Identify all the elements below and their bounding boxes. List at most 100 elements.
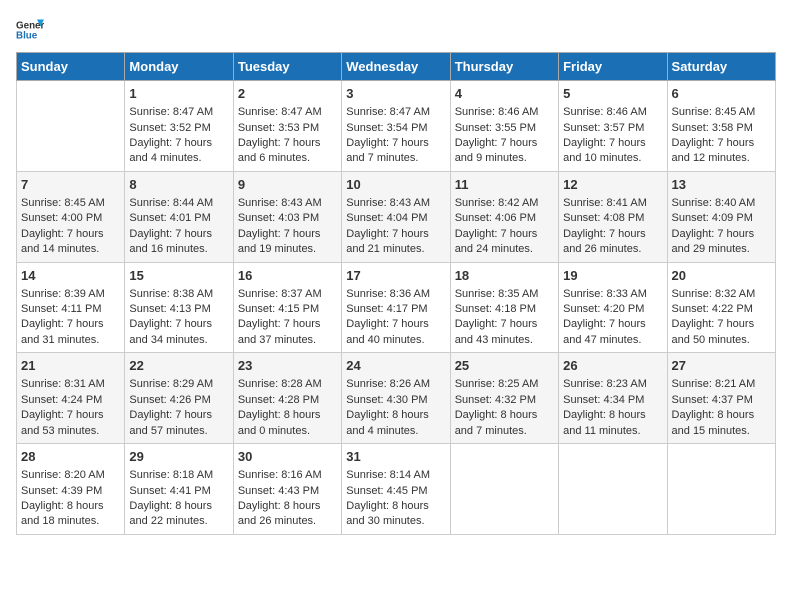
sunset-text: Sunset: 3:57 PM bbox=[563, 121, 662, 136]
day-cell: 28 Sunrise: 8:20 AMSunset: 4:39 PMDayligh… bbox=[17, 444, 125, 535]
daylight-text: Daylight: 8 hours and 18 minutes. bbox=[21, 499, 120, 530]
sunset-text: Sunset: 4:06 PM bbox=[455, 211, 554, 226]
day-number: 14 bbox=[21, 267, 120, 285]
col-header-monday: Monday bbox=[125, 53, 233, 81]
sunset-text: Sunset: 4:37 PM bbox=[672, 393, 771, 408]
week-row-4: 21Sunrise: 8:31 AMSunset: 4:24 PMDayligh… bbox=[17, 353, 776, 444]
daylight-text: Daylight: 7 hours and 7 minutes. bbox=[346, 136, 445, 167]
daylight-text: Daylight: 7 hours and 6 minutes. bbox=[238, 136, 337, 167]
daylight-text: Daylight: 8 hours and 7 minutes. bbox=[455, 408, 554, 439]
sunset-text: Sunset: 3:52 PM bbox=[129, 121, 228, 136]
sunrise-text: Sunrise: 8:40 AM bbox=[672, 196, 771, 211]
week-row-3: 14 Sunrise: 8:39 AMSunset: 4:11 PM Dayligh… bbox=[17, 262, 776, 353]
day-cell: 16Sunrise: 8:37 AMSunset: 4:15 PMDayligh… bbox=[233, 262, 341, 353]
day-cell: 5Sunrise: 8:46 AMSunset: 3:57 PMDaylight… bbox=[559, 81, 667, 172]
sunset-text: Sunset: 4:26 PM bbox=[129, 393, 228, 408]
sunset-text: Sunset: 4:01 PM bbox=[129, 211, 228, 226]
day-cell: 23Sunrise: 8:28 AMSunset: 4:28 PMDayligh… bbox=[233, 353, 341, 444]
week-row-2: 7Sunrise: 8:45 AMSunset: 4:00 PMDaylight… bbox=[17, 171, 776, 262]
day-number: 30 bbox=[238, 448, 337, 466]
day-number: 28 bbox=[21, 448, 120, 466]
day-cell bbox=[450, 444, 558, 535]
day-number: 15 bbox=[129, 267, 228, 285]
sunrise-text: Sunrise: 8:36 AM bbox=[346, 287, 445, 302]
day-cell bbox=[559, 444, 667, 535]
sunrise-text: Sunrise: 8:20 AM bbox=[21, 468, 120, 483]
daylight-text: Daylight: 7 hours and 24 minutes. bbox=[455, 227, 554, 258]
sunrise-text: Sunrise: 8:46 AM bbox=[455, 105, 554, 120]
daylight-text: Daylight: 7 hours and 26 minutes. bbox=[563, 227, 662, 258]
sunrise-text: Sunrise: 8:39 AM bbox=[21, 287, 120, 302]
logo: General Blue bbox=[16, 16, 48, 44]
daylight-text: Daylight: 8 hours and 26 minutes. bbox=[238, 499, 337, 530]
sunset-text: Sunset: 4:18 PM bbox=[455, 302, 554, 317]
week-row-5: 28Sunrise: 8:20 AMSunset: 4:39 PMDayligh… bbox=[17, 444, 776, 535]
daylight-text: Daylight: 8 hours and 15 minutes. bbox=[672, 408, 771, 439]
daylight-text: Daylight: 7 hours and 50 minutes. bbox=[672, 317, 771, 348]
sunrise-text: Sunrise: 8:47 AM bbox=[129, 105, 228, 120]
day-cell: 7Sunrise: 8:45 AMSunset: 4:00 PMDaylight… bbox=[17, 171, 125, 262]
daylight-text: Daylight: 7 hours and 40 minutes. bbox=[346, 317, 445, 348]
sunrise-text: Sunrise: 8:47 AM bbox=[346, 105, 445, 120]
day-number: 3 bbox=[346, 85, 445, 103]
header-row: SundayMondayTuesdayWednesdayThursdayFrid… bbox=[17, 53, 776, 81]
daylight-text: Daylight: 8 hours and 22 minutes. bbox=[129, 499, 228, 530]
sunset-text: Sunset: 4:15 PM bbox=[238, 302, 337, 317]
sunrise-text: Sunrise: 8:45 AM bbox=[672, 105, 771, 120]
daylight-text: Daylight: 7 hours and 53 minutes. bbox=[21, 408, 120, 439]
sunrise-text: Sunrise: 8:25 AM bbox=[455, 377, 554, 392]
daylight-text: Daylight: 7 hours and 12 minutes. bbox=[672, 136, 771, 167]
sunset-text: Sunset: 4:20 PM bbox=[563, 302, 662, 317]
daylight-text: Daylight: 8 hours and 0 minutes. bbox=[238, 408, 337, 439]
day-cell: 31Sunrise: 8:14 AMSunset: 4:45 PMDayligh… bbox=[342, 444, 450, 535]
sunset-text: Sunset: 4:39 PM bbox=[21, 484, 120, 499]
day-cell: 10Sunrise: 8:43 AMSunset: 4:04 PMDayligh… bbox=[342, 171, 450, 262]
daylight-text: Daylight: 7 hours and 14 minutes. bbox=[21, 227, 120, 258]
day-cell: 8Sunrise: 8:44 AMSunset: 4:01 PMDaylight… bbox=[125, 171, 233, 262]
day-number: 2 bbox=[238, 85, 337, 103]
sunset-text: Sunset: 3:53 PM bbox=[238, 121, 337, 136]
header: General Blue bbox=[16, 16, 776, 44]
day-number: 6 bbox=[672, 85, 771, 103]
day-number: 13 bbox=[672, 176, 771, 194]
sunrise-text: Sunrise: 8:38 AM bbox=[129, 287, 228, 302]
sunset-text: Sunset: 3:55 PM bbox=[455, 121, 554, 136]
daylight-text: Daylight: 7 hours and 34 minutes. bbox=[129, 317, 228, 348]
daylight-text: Daylight: 8 hours and 30 minutes. bbox=[346, 499, 445, 530]
sunrise-text: Sunrise: 8:32 AM bbox=[672, 287, 771, 302]
sunset-text: Sunset: 4:13 PM bbox=[129, 302, 228, 317]
sunrise-text: Sunrise: 8:26 AM bbox=[346, 377, 445, 392]
sunrise-text: Sunrise: 8:42 AM bbox=[455, 196, 554, 211]
sunset-text: Sunset: 4:11 PM bbox=[21, 302, 120, 317]
sunset-text: Sunset: 4:08 PM bbox=[563, 211, 662, 226]
day-number: 21 bbox=[21, 357, 120, 375]
sunrise-text: Sunrise: 8:16 AM bbox=[238, 468, 337, 483]
day-number: 29 bbox=[129, 448, 228, 466]
day-cell: 27Sunrise: 8:21 AMSunset: 4:37 PMDayligh… bbox=[667, 353, 775, 444]
day-cell: 25Sunrise: 8:25 AMSunset: 4:32 PMDayligh… bbox=[450, 353, 558, 444]
sunrise-text: Sunrise: 8:14 AM bbox=[346, 468, 445, 483]
sunrise-text: Sunrise: 8:31 AM bbox=[21, 377, 120, 392]
day-number: 23 bbox=[238, 357, 337, 375]
sunrise-text: Sunrise: 8:18 AM bbox=[129, 468, 228, 483]
day-cell: 6Sunrise: 8:45 AMSunset: 3:58 PMDaylight… bbox=[667, 81, 775, 172]
day-cell: 18Sunrise: 8:35 AMSunset: 4:18 PMDayligh… bbox=[450, 262, 558, 353]
day-cell: 26Sunrise: 8:23 AMSunset: 4:34 PMDayligh… bbox=[559, 353, 667, 444]
col-header-thursday: Thursday bbox=[450, 53, 558, 81]
day-cell: 4Sunrise: 8:46 AMSunset: 3:55 PMDaylight… bbox=[450, 81, 558, 172]
sunset-text: Sunset: 4:04 PM bbox=[346, 211, 445, 226]
day-cell: 14Sunrise: 8:39 AMSunset: 4:11 PMDayligh… bbox=[17, 262, 125, 353]
sunset-text: Sunset: 4:00 PM bbox=[21, 211, 120, 226]
daylight-text: Daylight: 7 hours and 47 minutes. bbox=[563, 317, 662, 348]
sunset-text: Sunset: 4:03 PM bbox=[238, 211, 337, 226]
day-number: 26 bbox=[563, 357, 662, 375]
day-number: 12 bbox=[563, 176, 662, 194]
col-header-sunday: Sunday bbox=[17, 53, 125, 81]
day-cell: 9Sunrise: 8:43 AMSunset: 4:03 PMDaylight… bbox=[233, 171, 341, 262]
day-cell: 11Sunrise: 8:42 AMSunset: 4:06 PMDayligh… bbox=[450, 171, 558, 262]
svg-text:Blue: Blue bbox=[16, 30, 38, 41]
day-cell: 1Sunrise: 8:47 AMSunset: 3:52 PMDaylight… bbox=[125, 81, 233, 172]
day-number: 1 bbox=[129, 85, 228, 103]
sunrise-text: Sunrise: 8:21 AM bbox=[672, 377, 771, 392]
sunset-text: Sunset: 4:17 PM bbox=[346, 302, 445, 317]
